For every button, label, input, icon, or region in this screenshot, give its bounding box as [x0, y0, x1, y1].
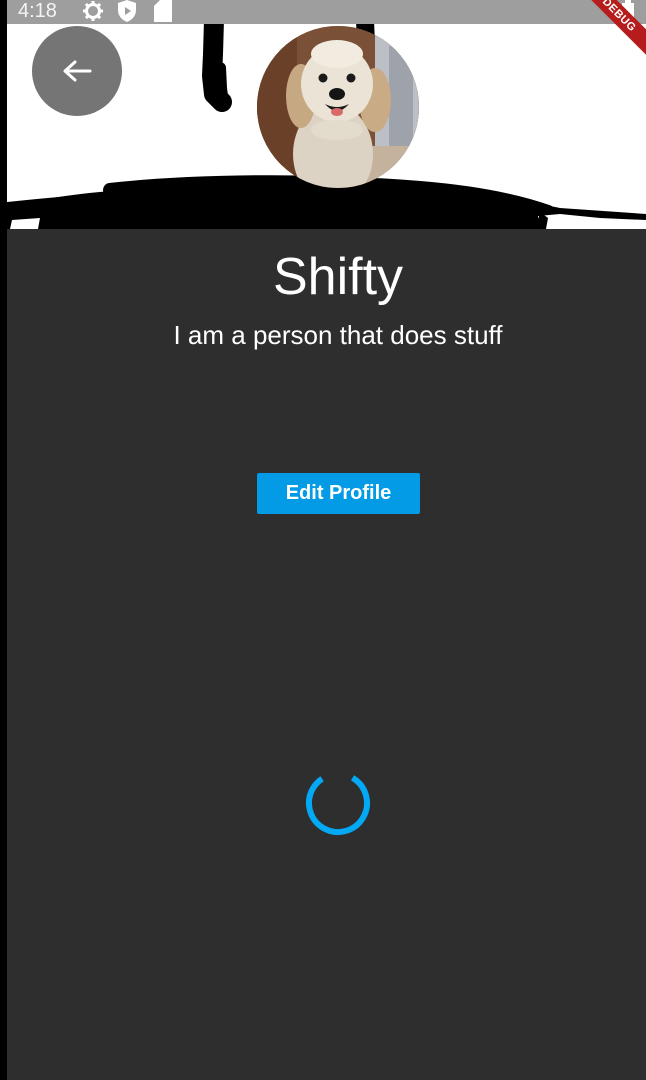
- sd-card-icon: [154, 0, 172, 22]
- edit-profile-button[interactable]: Edit Profile: [257, 473, 420, 514]
- profile-avatar[interactable]: [257, 26, 419, 188]
- gear-icon: [83, 1, 103, 21]
- arrow-back-icon: [63, 60, 92, 82]
- status-bar: 4:18: [0, 0, 646, 24]
- profile-name: Shifty: [272, 248, 404, 306]
- profile-bio: I am a person that does stuff: [173, 320, 503, 350]
- left-edge: [0, 0, 7, 1080]
- back-button[interactable]: [32, 26, 122, 116]
- profile-screen: 4:18 DEBUG Shifty I am a person that doe…: [0, 0, 646, 1080]
- play-protect-icon: [118, 0, 136, 22]
- status-time: 4:18: [18, 0, 57, 22]
- dog-avatar-icon: [257, 26, 419, 188]
- loading-spinner-icon: [306, 771, 370, 835]
